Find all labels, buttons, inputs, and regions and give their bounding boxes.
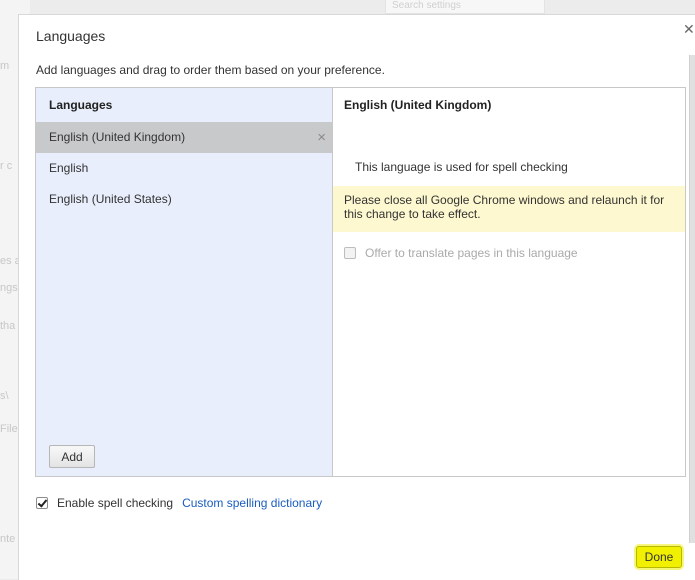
background-fragment: nte	[0, 533, 16, 545]
language-item-english-uk[interactable]: English (United Kingdom) ×	[36, 122, 332, 153]
background-search-box: Search settings	[385, 0, 545, 14]
dialog-title: Languages	[36, 28, 106, 44]
language-list-header: Languages	[49, 98, 113, 112]
languages-panels: Languages English (United Kingdom) × Eng…	[35, 87, 686, 477]
done-button[interactable]: Done	[636, 546, 682, 568]
background-fragment: ngs	[0, 282, 18, 294]
language-item-label: English (United Kingdom)	[49, 130, 186, 144]
language-detail-panel: English (United Kingdom) This language i…	[333, 88, 685, 476]
remove-language-icon[interactable]: ×	[317, 122, 326, 153]
dialog-intro: Add languages and drag to order them bas…	[36, 63, 385, 77]
detail-title: English (United Kingdom)	[344, 98, 492, 112]
custom-dictionary-link[interactable]: Custom spelling dictionary	[182, 496, 322, 510]
language-item-label: English (United States)	[49, 192, 172, 206]
spell-check-note: This language is used for spell checking	[355, 160, 568, 174]
translate-option: Offer to translate pages in this languag…	[344, 246, 578, 260]
background-fragment: tha	[0, 320, 16, 332]
background-fragment: r c	[0, 160, 13, 172]
spellcheck-checkbox[interactable]	[36, 497, 48, 509]
background-fragment: File	[0, 423, 18, 435]
close-icon[interactable]: ✕	[683, 21, 695, 38]
background-fragment: m	[0, 60, 10, 72]
dialog-scrollbar[interactable]	[689, 55, 695, 543]
language-item-label: English	[49, 161, 89, 175]
translate-checkbox[interactable]	[344, 247, 356, 259]
background-fragment: s\	[0, 390, 9, 402]
translate-label: Offer to translate pages in this languag…	[365, 246, 578, 260]
spellcheck-label: Enable spell checking	[57, 496, 174, 510]
language-item-english-us[interactable]: English (United States)	[36, 184, 332, 215]
language-item-english[interactable]: English	[36, 153, 332, 184]
add-language-button[interactable]: Add	[49, 445, 95, 468]
relaunch-notice: Please close all Google Chrome windows a…	[333, 186, 685, 232]
languages-dialog: Languages ✕ Add languages and drag to or…	[18, 14, 695, 580]
spellcheck-option: Enable spell checking Custom spelling di…	[36, 496, 322, 510]
language-list-panel: Languages English (United Kingdom) × Eng…	[36, 88, 333, 476]
